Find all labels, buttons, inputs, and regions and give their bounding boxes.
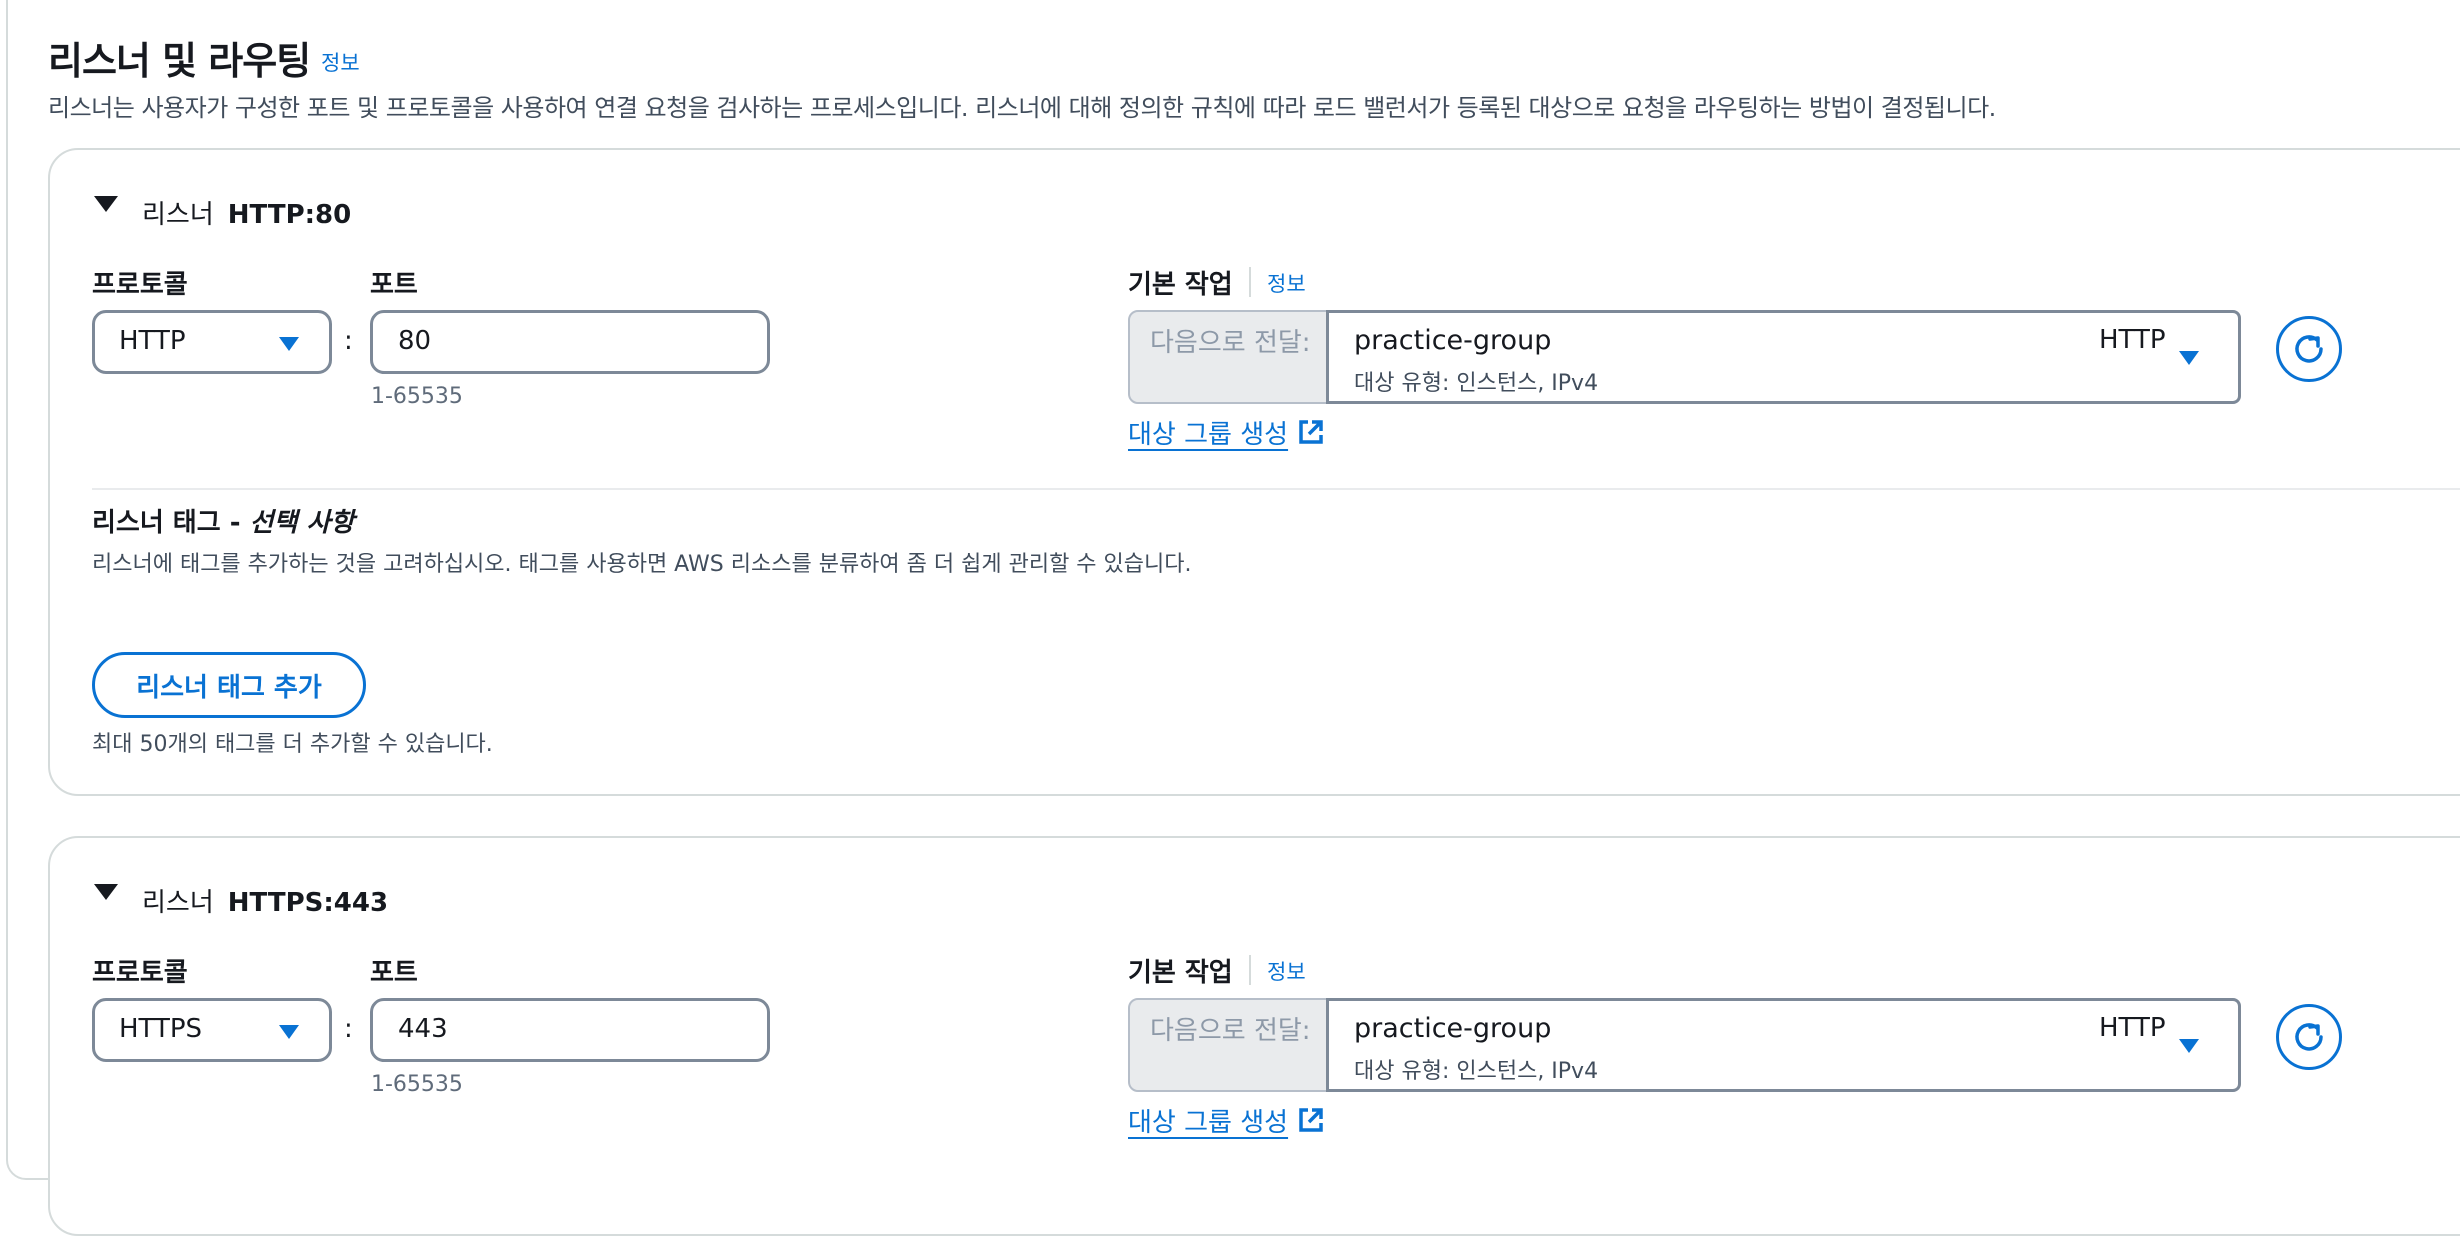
listener-tags-title: 리스너 태그 - 선택 사항	[92, 502, 354, 539]
target-group-protocol: HTTP	[2099, 325, 2166, 355]
listener-expand-toggle[interactable]	[94, 884, 118, 900]
create-target-group-link[interactable]: 대상 그룹 생성	[1128, 414, 1325, 451]
port-hint: 1-65535	[371, 1072, 463, 1097]
listener-header: 리스너 HTTP:80	[142, 194, 351, 231]
page-description: 리스너는 사용자가 구성한 포트 및 프로토콜을 사용하여 연결 요청을 검사하…	[48, 94, 1996, 122]
label-divider	[1249, 955, 1251, 985]
listener-header-name: HTTP:80	[227, 200, 352, 230]
refresh-icon	[2295, 1023, 2323, 1051]
caret-down-icon	[279, 1025, 299, 1039]
port-input-value: 80	[398, 326, 432, 356]
target-group-subtitle: 대상 유형: 인스턴스, IPv4	[1354, 1059, 1599, 1084]
forward-prefix: 다음으로 전달:	[1128, 998, 1328, 1092]
port-input[interactable]: 443	[370, 998, 770, 1062]
label-divider	[1249, 267, 1251, 297]
listener-card-http: 리스너 HTTP:80 프로토콜 HTTP : 포트 80 1-65535 기본 …	[48, 148, 2460, 796]
listener-header-name: HTTPS:443	[227, 888, 389, 918]
protocol-label: 프로토콜	[92, 958, 188, 988]
tags-title-text: 리스너 태그 -	[92, 508, 250, 538]
caret-down-icon	[2179, 351, 2199, 365]
forward-prefix-text: 다음으로 전달:	[1150, 328, 1311, 358]
target-group-protocol: HTTP	[2099, 1013, 2166, 1043]
target-group-select[interactable]: practice-group 대상 유형: 인스턴스, IPv4 HTTP	[1326, 998, 2241, 1092]
tag-limit-text: 최대 50개의 태그를 더 추가할 수 있습니다.	[92, 732, 493, 757]
forward-prefix: 다음으로 전달:	[1128, 310, 1328, 404]
colon-separator: :	[344, 1014, 353, 1044]
caret-down-icon	[94, 196, 118, 212]
caret-down-icon	[2179, 1039, 2199, 1053]
protocol-select[interactable]: HTTP	[92, 310, 332, 374]
add-listener-tag-button[interactable]: 리스너 태그 추가	[92, 652, 366, 718]
create-target-group-text: 대상 그룹 생성	[1128, 420, 1289, 450]
target-group-name: practice-group	[1354, 1013, 1552, 1044]
refresh-button[interactable]	[2276, 1004, 2342, 1070]
listener-header-prefix: 리스너	[142, 200, 214, 230]
port-label: 포트	[370, 270, 418, 300]
create-target-group-link[interactable]: 대상 그룹 생성	[1128, 1102, 1325, 1139]
default-action-label: 기본 작업	[1128, 270, 1233, 300]
external-link-icon	[1299, 420, 1323, 444]
listener-header: 리스너 HTTPS:443	[142, 882, 388, 919]
listener-tags-description: 리스너에 태그를 추가하는 것을 고려하십시오. 태그를 사용하면 AWS 리소…	[92, 552, 1192, 577]
refresh-icon	[2295, 335, 2323, 363]
listener-card-https: 리스너 HTTPS:443 프로토콜 HTTPS : 포트 443 1-65535…	[48, 836, 2460, 1236]
external-link-icon	[1299, 1108, 1323, 1132]
protocol-select-value: HTTPS	[119, 1014, 203, 1044]
protocol-select[interactable]: HTTPS	[92, 998, 332, 1062]
create-target-group-text: 대상 그룹 생성	[1128, 1108, 1289, 1138]
default-action-info-link[interactable]: 정보	[1267, 268, 1306, 298]
listener-expand-toggle[interactable]	[94, 196, 118, 212]
section-divider	[92, 488, 2460, 490]
default-action-info-link[interactable]: 정보	[1267, 956, 1306, 986]
port-input-value: 443	[398, 1014, 448, 1044]
colon-separator: :	[344, 326, 353, 356]
port-hint: 1-65535	[371, 384, 463, 409]
page-title: 리스너 및 라우팅	[48, 39, 311, 83]
target-group-name: practice-group	[1354, 325, 1552, 356]
refresh-button[interactable]	[2276, 316, 2342, 382]
title-info-link[interactable]: 정보	[321, 47, 360, 77]
target-group-subtitle: 대상 유형: 인스턴스, IPv4	[1354, 371, 1599, 396]
protocol-label: 프로토콜	[92, 270, 188, 300]
tags-title-optional: 선택 사항	[249, 508, 355, 538]
port-input[interactable]: 80	[370, 310, 770, 374]
caret-down-icon	[279, 337, 299, 351]
target-group-select[interactable]: practice-group 대상 유형: 인스턴스, IPv4 HTTP	[1326, 310, 2241, 404]
protocol-select-value: HTTP	[119, 326, 186, 356]
port-label: 포트	[370, 958, 418, 988]
listener-header-prefix: 리스너	[142, 888, 214, 918]
caret-down-icon	[94, 884, 118, 900]
default-action-label: 기본 작업	[1128, 958, 1233, 988]
forward-prefix-text: 다음으로 전달:	[1150, 1016, 1311, 1046]
